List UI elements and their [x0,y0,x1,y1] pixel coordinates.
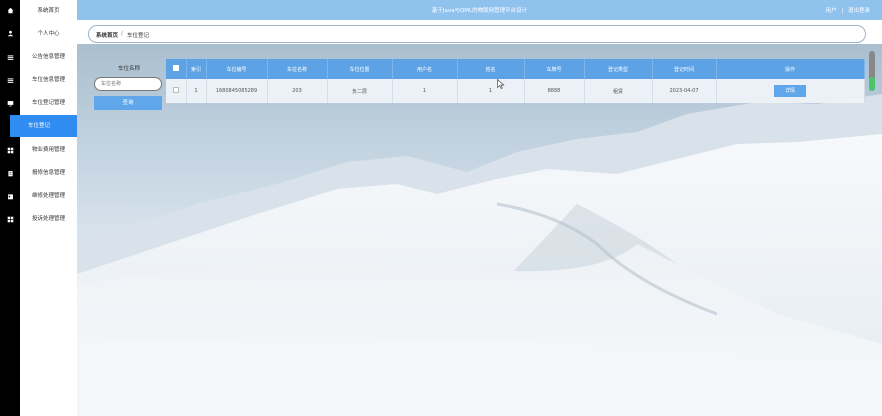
scrollbar[interactable] [869,51,875,91]
cell-index: 1 [186,79,207,103]
monitor-icon[interactable] [5,98,15,108]
search-button[interactable]: 查询 [94,96,162,110]
search-input[interactable] [94,77,162,91]
cell-name: 1 [457,79,525,103]
cell-parking-name: 203 [267,79,328,103]
table-row: 1 1680845085289 203 负二层 1 1 8888 租赁 2023… [166,79,865,103]
sidebar-item-property-fees[interactable]: 物业费用管理 [20,139,77,161]
sidebar-item-parking-registration-mgmt[interactable]: 车位登记管理 [20,92,77,114]
sidebar-item-profile[interactable]: 个人中心 [20,23,77,45]
breadcrumb-home[interactable]: 系统首页 [96,31,118,39]
column-header: 操作 [716,59,865,79]
column-header: 车位名称 [267,59,328,79]
cell-time: 2023-04-07 [652,79,717,103]
mouse-cursor-icon [497,79,505,89]
breadcrumb-current: 车位登记 [127,33,150,39]
sidebar-item-repair-info[interactable]: 报修信息管理 [20,162,77,184]
cell-parking-no: 1680845085289 [206,79,268,103]
header-separator: | [841,8,844,14]
select-all-cell[interactable] [166,59,187,79]
row-select-cell[interactable] [166,79,187,103]
grid-icon[interactable] [5,214,15,224]
sidebar-item-maintenance[interactable]: 维修处理管理 [20,185,77,207]
column-header: 登记时间 [652,59,717,79]
column-header: 登记类型 [584,59,653,79]
cell-plate: 8888 [524,79,585,103]
table-header-row: 索引 车位编号 车位名称 车位位置 用户名 姓名 车牌号 登记类型 登记时间 操… [166,59,865,79]
logout-link[interactable]: 退出登录 [848,8,870,14]
list-icon[interactable] [5,75,15,85]
cell-position: 负二层 [327,79,393,103]
sidebar-menu: 系统首页 个人中心 公告信息管理 车位信息管理 车位登记管理 车位登记 物业费用… [10,0,77,416]
grid-icon[interactable] [5,145,15,155]
list-icon[interactable] [5,52,15,62]
home-icon[interactable] [5,5,15,15]
row-checkbox[interactable] [172,87,179,93]
breadcrumb-separator: / [121,31,123,37]
top-bar: 基于Java与QML的物联网管理平台设计 用户 | 退出登录 [77,0,882,20]
sidebar-item-notices[interactable]: 公告信息管理 [20,46,77,68]
column-header: 车牌号 [524,59,585,79]
header-links: 用户 | 退出登录 [826,6,870,14]
user-link[interactable]: 用户 [826,8,837,14]
cell-action: 详情 [716,79,865,103]
sidebar-item-home[interactable]: 系统首页 [20,0,77,22]
select-all-checkbox[interactable] [172,65,179,71]
detail-button[interactable]: 详情 [774,85,806,97]
app-title: 基于Java与QML的物联网管理平台设计 [431,8,528,14]
clipboard-icon[interactable] [5,168,15,178]
column-header: 用户名 [392,59,458,79]
column-header: 索引 [186,59,207,79]
scrollbar-thumb[interactable] [869,77,875,91]
cell-type: 租赁 [584,79,653,103]
search-label: 车位名称 [117,66,140,72]
calendar-icon[interactable] [5,191,15,201]
registration-table: 索引 车位编号 车位名称 车位位置 用户名 姓名 车牌号 登记类型 登记时间 操… [166,59,865,103]
user-icon[interactable] [5,28,15,38]
cell-username: 1 [392,79,458,103]
sidebar-item-parking-info[interactable]: 车位信息管理 [20,69,77,91]
sidebar-item-complaints[interactable]: 投诉处理管理 [20,208,77,230]
breadcrumb: 系统首页 / 车位登记 [88,25,866,43]
column-header: 姓名 [457,59,525,79]
column-header: 车位位置 [327,59,393,79]
sidebar-item-parking-registration[interactable]: 车位登记 [10,115,77,137]
sidebar-icon-rail [0,0,20,416]
column-header: 车位编号 [206,59,268,79]
